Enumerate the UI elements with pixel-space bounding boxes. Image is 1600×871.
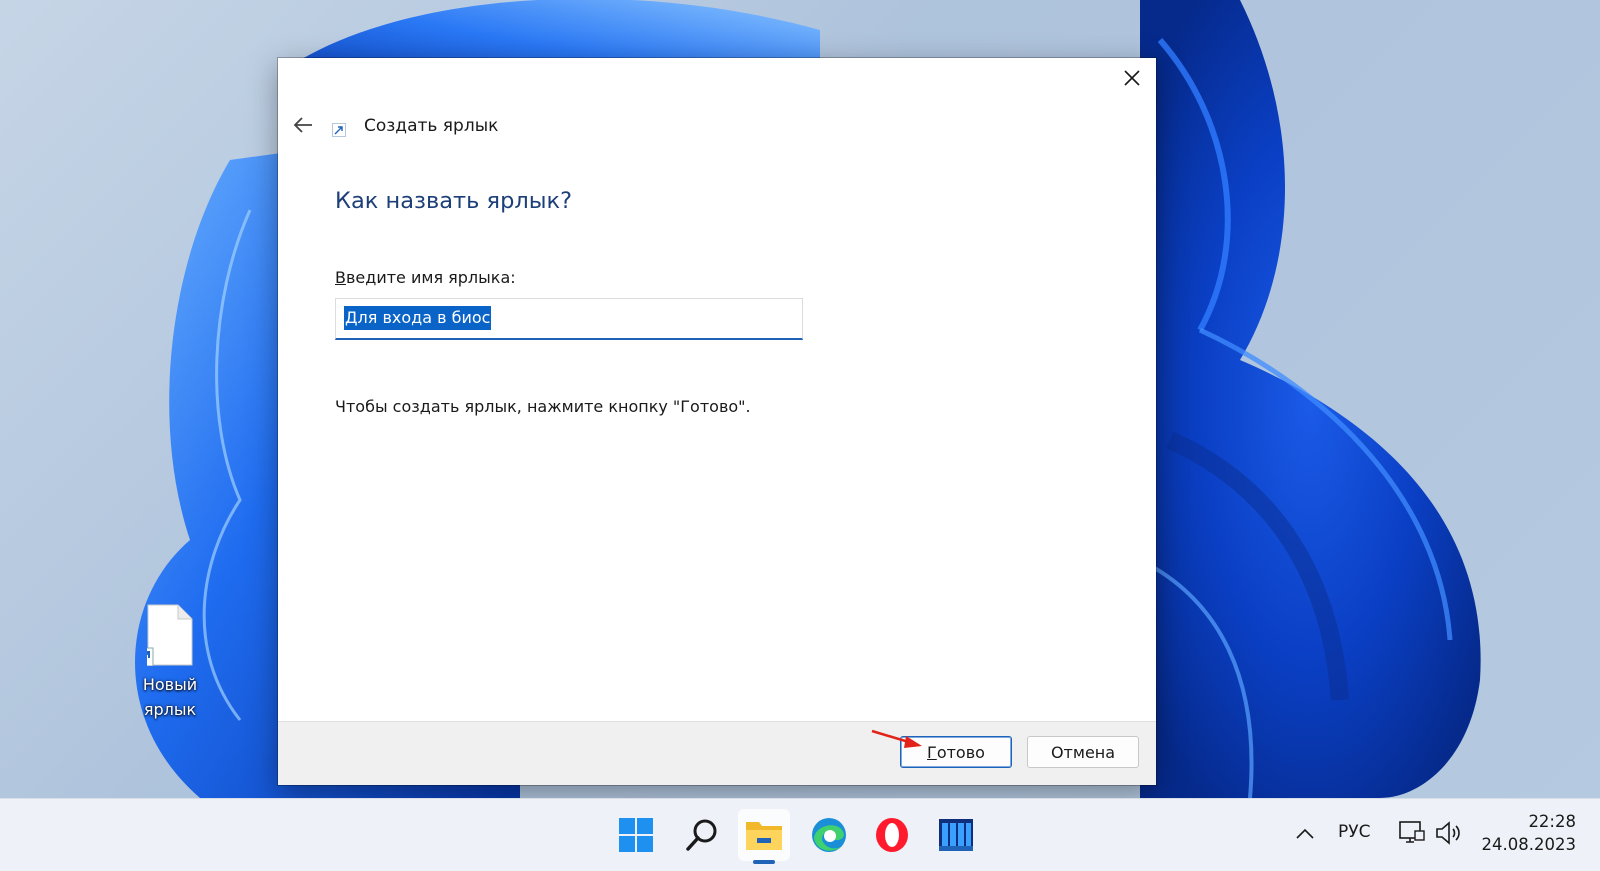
opera-icon	[876, 818, 908, 852]
instruction-text: Чтобы создать ярлык, нажмите кнопку "Гот…	[335, 397, 751, 416]
page-heading: Как назвать ярлык?	[335, 188, 573, 214]
wizard-title: Создать ярлык	[364, 116, 499, 136]
app-button[interactable]	[930, 809, 982, 861]
cancel-button[interactable]: Отмена	[1027, 736, 1139, 768]
start-icon	[619, 818, 653, 852]
shortcut-name-label: Введите имя ярлыка:	[335, 267, 516, 289]
name-label-text: ведите имя ярлыка:	[345, 268, 516, 287]
shortcut-arrow-icon	[332, 122, 346, 137]
show-hidden-icons-button[interactable]	[1293, 819, 1317, 849]
annotation-arrow	[871, 729, 922, 748]
back-arrow-icon	[293, 117, 312, 133]
back-button[interactable]	[286, 108, 320, 142]
shortcut-file-icon	[134, 604, 193, 667]
finish-accelerator: Г	[927, 742, 937, 762]
app-icon	[939, 819, 973, 851]
shortcut-name-input[interactable]: Для входа в биос	[335, 298, 803, 340]
file-explorer-icon	[746, 822, 782, 850]
finish-label: отово	[936, 742, 985, 762]
network-icon	[1399, 821, 1425, 843]
dialog-footer: Готово Отмена	[278, 721, 1156, 785]
network-button[interactable]	[1398, 818, 1426, 848]
desktop-shortcut-label: Новый ярлык	[142, 675, 198, 719]
file-explorer-button[interactable]	[738, 809, 790, 861]
close-icon	[1124, 70, 1140, 86]
name-label-accelerator: В	[335, 268, 346, 287]
search-button[interactable]	[676, 809, 728, 861]
shortcut-name-value: Для входа в биос	[344, 306, 492, 330]
start-button[interactable]	[610, 809, 662, 861]
active-app-indicator	[753, 860, 775, 864]
taskbar: РУС 22:28 24.08.2023	[0, 798, 1600, 871]
clock-time: 22:28	[1528, 812, 1576, 831]
chevron-up-icon	[1296, 828, 1314, 839]
opera-button[interactable]	[866, 809, 918, 861]
create-shortcut-dialog: Создать ярлык Как назвать ярлык? Введите…	[278, 58, 1156, 785]
clock-date: 24.08.2023	[1481, 835, 1576, 854]
language-indicator[interactable]: РУС	[1338, 822, 1370, 842]
close-button[interactable]	[1112, 58, 1152, 98]
volume-button[interactable]	[1434, 818, 1464, 848]
search-icon	[686, 819, 717, 851]
desktop-shortcut[interactable]: Новый ярлык	[120, 604, 220, 722]
edge-button[interactable]	[803, 809, 855, 861]
edge-icon	[812, 818, 846, 852]
clock[interactable]: 22:28 24.08.2023	[1480, 810, 1576, 856]
volume-icon	[1436, 821, 1460, 845]
